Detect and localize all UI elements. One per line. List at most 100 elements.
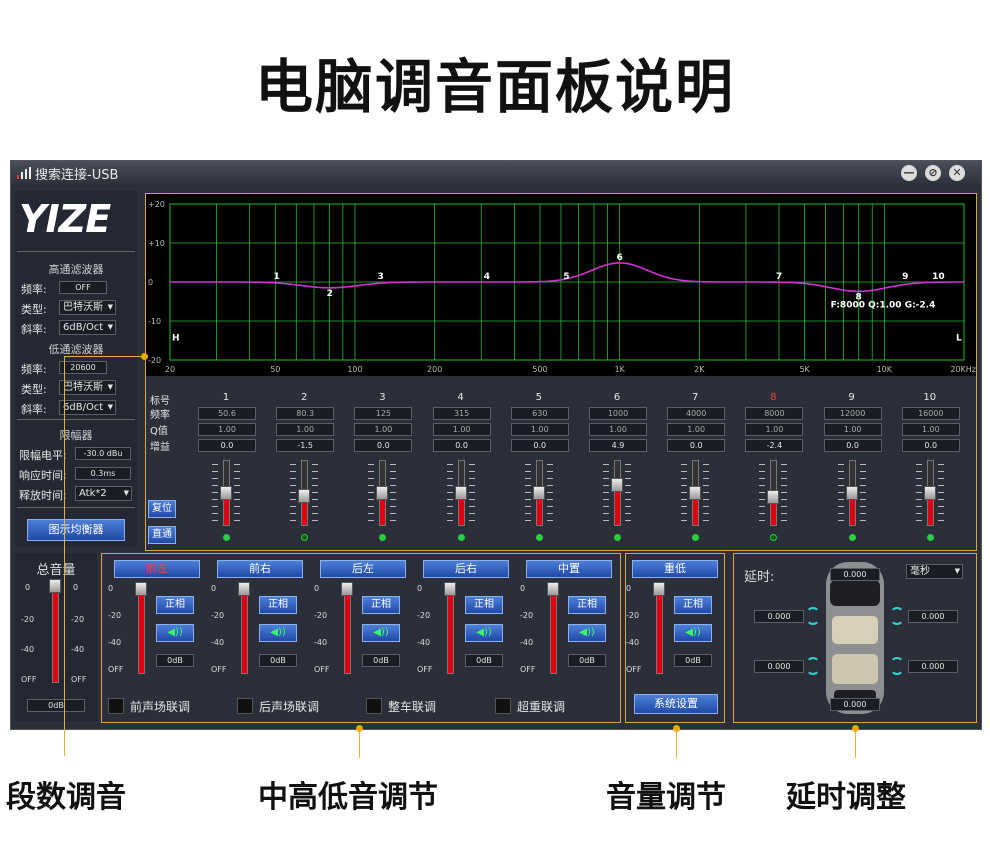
band-number[interactable]: 10	[920, 392, 940, 403]
channel-name-button[interactable]: 重低	[632, 560, 718, 578]
band-freq-field[interactable]: 630	[510, 407, 569, 420]
phase-button[interactable]: 正相	[362, 596, 400, 614]
band-enable-led[interactable]	[926, 534, 934, 541]
phase-button[interactable]: 正相	[674, 596, 712, 614]
band-enable-led[interactable]	[457, 534, 465, 541]
channel-gain-value[interactable]: 0dB	[465, 654, 503, 667]
band-freq-field[interactable]: 12000	[823, 407, 882, 420]
band-number[interactable]: 8	[763, 392, 783, 403]
band-number[interactable]: 7	[685, 392, 705, 403]
eq-point-label[interactable]: 3	[378, 272, 384, 282]
link-checkbox[interactable]	[495, 698, 511, 714]
reset-button[interactable]: 复位	[148, 500, 176, 518]
lp-slope-select[interactable]: 6dB/Oct	[59, 400, 116, 415]
band-q-field[interactable]: 1.00	[667, 423, 726, 436]
lp-type-select[interactable]: 巴特沃斯	[59, 380, 116, 395]
band-fader-knob[interactable]	[767, 490, 780, 504]
mute-button[interactable]: ◀))	[259, 624, 297, 642]
eq-point-label[interactable]: 4	[484, 272, 490, 282]
response-time-field[interactable]: 0.3ms	[75, 467, 131, 480]
delay-rear-left-field[interactable]: 0.000	[754, 660, 804, 673]
channel-name-button[interactable]: 前右	[217, 560, 303, 578]
band-enable-led[interactable]	[614, 534, 621, 541]
band-number[interactable]: 4	[451, 392, 471, 403]
mute-button[interactable]: ◀))	[568, 624, 606, 642]
band-enable-led[interactable]	[692, 534, 700, 541]
band-enable-led[interactable]	[535, 534, 543, 541]
mute-button[interactable]: ◀))	[465, 624, 503, 642]
graphic-eq-button[interactable]: 图示均衡器	[27, 519, 125, 541]
channel-fader-knob[interactable]	[135, 582, 147, 596]
band-fader-track[interactable]	[614, 460, 621, 526]
channel-gain-value[interactable]: 0dB	[259, 654, 297, 667]
band-q-field[interactable]: 1.00	[510, 423, 569, 436]
band-q-field[interactable]: 1.00	[823, 423, 882, 436]
band-freq-field[interactable]: 16000	[901, 407, 960, 420]
eq-point-label[interactable]: 6	[617, 253, 623, 263]
band-gain-field[interactable]: 0.0	[432, 439, 491, 452]
band-enable-led[interactable]	[770, 534, 778, 541]
channel-fader-track[interactable]	[138, 588, 145, 674]
band-number[interactable]: 9	[842, 392, 862, 403]
channel-name-button[interactable]: 后右	[423, 560, 509, 578]
hp-freq-field[interactable]: OFF	[59, 281, 107, 294]
channel-gain-value[interactable]: 0dB	[156, 654, 194, 667]
band-fader-knob[interactable]	[689, 486, 702, 500]
channel-fader-track[interactable]	[447, 588, 454, 674]
band-gain-field[interactable]: 4.9	[589, 439, 647, 452]
band-gain-field[interactable]: 0.0	[198, 439, 256, 452]
band-number[interactable]: 3	[372, 392, 392, 403]
master-fader-knob[interactable]	[49, 579, 61, 593]
band-freq-field[interactable]: 8000	[745, 407, 804, 420]
band-q-field[interactable]: 1.00	[901, 423, 960, 436]
delay-bottom-field[interactable]: 0.000	[830, 698, 880, 711]
phase-button[interactable]: 正相	[568, 596, 606, 614]
minimize-button[interactable]: —	[901, 165, 917, 181]
band-fader-knob[interactable]	[532, 486, 545, 500]
channel-name-button[interactable]: 前左	[114, 560, 200, 578]
mute-button[interactable]: ◀))	[156, 624, 194, 642]
band-freq-field[interactable]: 80.3	[276, 407, 335, 420]
band-gain-field[interactable]: -1.5	[276, 439, 335, 452]
master-volume-value[interactable]: 0dB	[27, 699, 85, 712]
band-enable-led[interactable]	[848, 534, 856, 541]
band-q-field[interactable]: 1.00	[589, 423, 647, 436]
phase-button[interactable]: 正相	[259, 596, 297, 614]
channel-name-button[interactable]: 中置	[526, 560, 612, 578]
delay-rear-right-field[interactable]: 0.000	[908, 660, 958, 673]
channel-fader-knob[interactable]	[653, 582, 665, 596]
phase-button[interactable]: 正相	[156, 596, 194, 614]
eq-point-label[interactable]: 1	[274, 272, 280, 282]
band-gain-field[interactable]: 0.0	[823, 439, 882, 452]
band-fader-knob[interactable]	[220, 486, 232, 500]
band-q-field[interactable]: 1.00	[354, 423, 413, 436]
band-q-field[interactable]: 1.00	[432, 423, 491, 436]
band-gain-field[interactable]: -2.4	[745, 439, 804, 452]
band-q-field[interactable]: 1.00	[745, 423, 804, 436]
channel-fader-knob[interactable]	[444, 582, 456, 596]
delay-top-field[interactable]: 0.000	[830, 568, 880, 581]
channel-fader-track[interactable]	[656, 588, 663, 674]
band-enable-led[interactable]	[379, 534, 387, 541]
eq-point-label[interactable]: 10	[932, 272, 945, 282]
master-fader-track[interactable]	[52, 585, 59, 683]
band-freq-field[interactable]: 1000	[589, 407, 647, 420]
eq-point-label[interactable]: 9	[902, 272, 908, 282]
release-time-select[interactable]: Atk*2	[75, 486, 132, 501]
band-fader-knob[interactable]	[454, 486, 467, 500]
channel-gain-value[interactable]: 0dB	[674, 654, 712, 667]
delay-unit-select[interactable]: 毫秒	[906, 564, 963, 579]
eq-point-label[interactable]: 5	[563, 272, 569, 282]
band-fader-knob[interactable]	[298, 489, 311, 503]
band-q-field[interactable]: 1.00	[276, 423, 335, 436]
band-enable-led[interactable]	[301, 534, 309, 541]
mute-button[interactable]: ◀))	[674, 624, 712, 642]
close-button[interactable]: ✕	[949, 165, 965, 181]
link-checkbox[interactable]	[366, 698, 382, 714]
band-fader-knob[interactable]	[923, 486, 936, 500]
band-gain-field[interactable]: 0.0	[901, 439, 960, 452]
band-number[interactable]: 6	[607, 392, 627, 403]
channel-name-button[interactable]: 后左	[320, 560, 406, 578]
band-gain-field[interactable]: 0.0	[510, 439, 569, 452]
channel-gain-value[interactable]: 0dB	[568, 654, 606, 667]
